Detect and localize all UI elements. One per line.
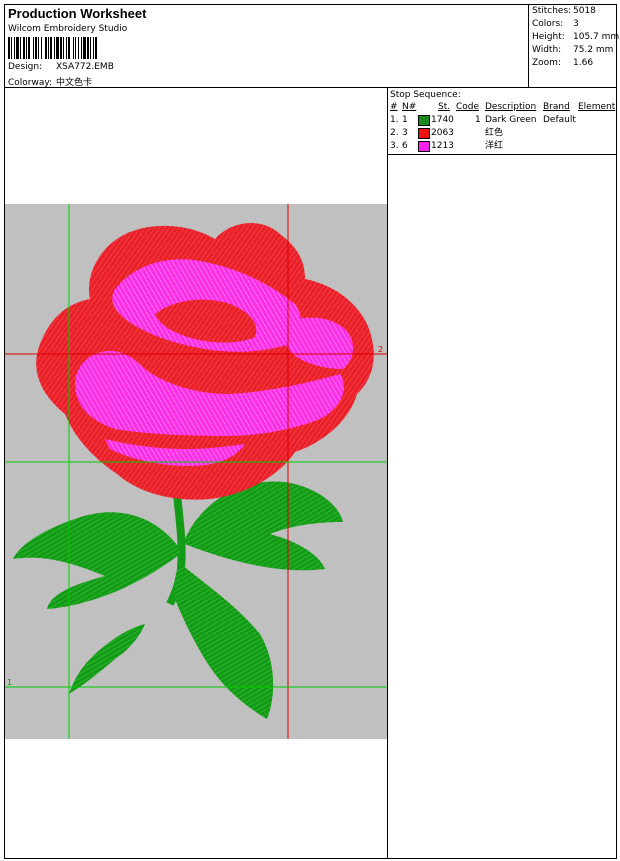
col-code: Code <box>456 102 480 112</box>
col-brand: Brand <box>543 102 570 112</box>
col-needle: N# <box>402 102 417 112</box>
stat-value: 5018 <box>573 6 596 16</box>
barcode-bar <box>54 37 55 59</box>
row-num: 2. <box>390 128 399 138</box>
barcode-bar <box>11 37 12 59</box>
color-swatch <box>418 115 430 126</box>
col-element: Element <box>578 102 616 112</box>
col-st: St. <box>438 102 451 112</box>
barcode-bar <box>33 37 34 59</box>
barcode-bar <box>35 37 37 59</box>
row-code: 1 <box>475 115 481 125</box>
leaf-small <box>69 624 145 694</box>
design-label: Design: <box>8 62 43 72</box>
colorway-row: Colorway: 中文色卡 <box>8 75 92 88</box>
page-title: Production Worksheet <box>8 6 147 21</box>
stat-value: 75.2 mm <box>573 45 614 55</box>
marker-2: 2 <box>378 345 383 354</box>
barcode-bar <box>78 37 79 59</box>
barcode-bar <box>56 37 59 59</box>
row-description: Dark Green <box>485 115 537 125</box>
barcode-bar <box>26 37 27 59</box>
barcode-bar <box>48 37 49 59</box>
stat-label: Stitches: <box>532 6 572 16</box>
leaf-bottom <box>174 564 274 719</box>
stat-value: 105.7 mm <box>573 32 620 42</box>
barcode-bar <box>81 37 82 59</box>
barcode-bar <box>83 37 86 59</box>
worksheet-header: Production Worksheet Wilcom Embroidery S… <box>5 5 620 88</box>
row-description: 红色 <box>485 128 504 138</box>
stat-colors: Colors: 3 <box>532 18 617 31</box>
stat-value: 3 <box>573 19 579 29</box>
marker-1: 1 <box>7 678 12 687</box>
barcode-bar <box>20 37 21 59</box>
barcode-bar <box>16 37 19 59</box>
barcode-bar <box>73 37 74 59</box>
row-st: 2063 <box>431 128 454 138</box>
barcode-bar <box>41 37 42 59</box>
row-needle: 1 <box>402 115 408 125</box>
stat-stitches: Stitches: 5018 <box>532 5 617 18</box>
row-st: 1213 <box>431 141 454 151</box>
stop-sequence-table: Stop Sequence: # N# St. Code Description… <box>388 88 617 155</box>
barcode-bar <box>23 37 25 59</box>
stop-row: 3. 6 1213 洋红 <box>388 140 617 152</box>
stat-label: Width: <box>532 45 562 55</box>
leaf-left <box>13 512 180 609</box>
stat-zoom: Zoom: 1.66 <box>532 57 617 70</box>
col-num: # <box>390 102 398 112</box>
column-divider <box>387 88 388 859</box>
colorway-value: 中文色卡 <box>56 78 93 88</box>
stat-label: Zoom: <box>532 58 561 68</box>
design-stats: Stitches: 5018 Colors: 3 Height: 105.7 mm W… <box>528 5 620 87</box>
barcode-bar <box>66 37 67 59</box>
barcode-bar <box>68 37 70 59</box>
stat-label: Colors: <box>532 19 564 29</box>
stop-row: 1. 1 1740 1 Dark Green Default <box>388 114 617 126</box>
color-swatch <box>418 128 430 139</box>
row-needle: 3 <box>402 128 408 138</box>
design-row: Design: XSA772.EMB <box>8 62 114 72</box>
barcode-bar <box>14 37 15 59</box>
row-description: 洋红 <box>485 141 504 151</box>
stat-height: Height: 105.7 mm <box>532 31 620 44</box>
stat-width: Width: 75.2 mm <box>532 44 617 57</box>
barcode-bar <box>75 37 76 59</box>
design-value: XSA772.EMB <box>56 62 114 72</box>
production-worksheet: Production Worksheet Wilcom Embroidery S… <box>4 4 620 859</box>
row-num: 3. <box>390 141 399 151</box>
company-name: Wilcom Embroidery Studio <box>8 24 128 34</box>
row-num: 1. <box>390 115 399 125</box>
stat-value: 1.66 <box>573 58 594 68</box>
row-needle: 6 <box>402 141 408 151</box>
barcode-bar <box>63 37 64 59</box>
barcode-bar <box>8 37 10 59</box>
barcode-bar <box>50 37 52 59</box>
barcode-bar <box>90 37 91 59</box>
stop-sequence-header: # N# St. Code Description Brand Element <box>388 101 617 113</box>
barcode-bar <box>28 37 30 59</box>
stop-row: 2. 3 2063 红色 <box>388 127 617 139</box>
barcode-bar <box>95 37 97 59</box>
stop-sequence-label: Stop Sequence: <box>390 90 461 100</box>
barcode-bar <box>60 37 62 59</box>
design-preview: 2 1 <box>5 204 387 739</box>
col-description: Description <box>485 102 537 112</box>
color-swatch <box>418 141 430 152</box>
embroidery-design: 2 1 <box>5 204 387 739</box>
stat-label: Height: <box>532 32 565 42</box>
row-st: 1740 <box>431 115 454 125</box>
barcode-bar <box>45 37 47 59</box>
barcode-bar <box>93 37 94 59</box>
row-brand: Default <box>543 115 576 125</box>
barcode <box>8 37 97 59</box>
barcode-bar <box>87 37 89 59</box>
colorway-label: Colorway: <box>8 78 53 88</box>
barcode-bar <box>38 37 39 59</box>
